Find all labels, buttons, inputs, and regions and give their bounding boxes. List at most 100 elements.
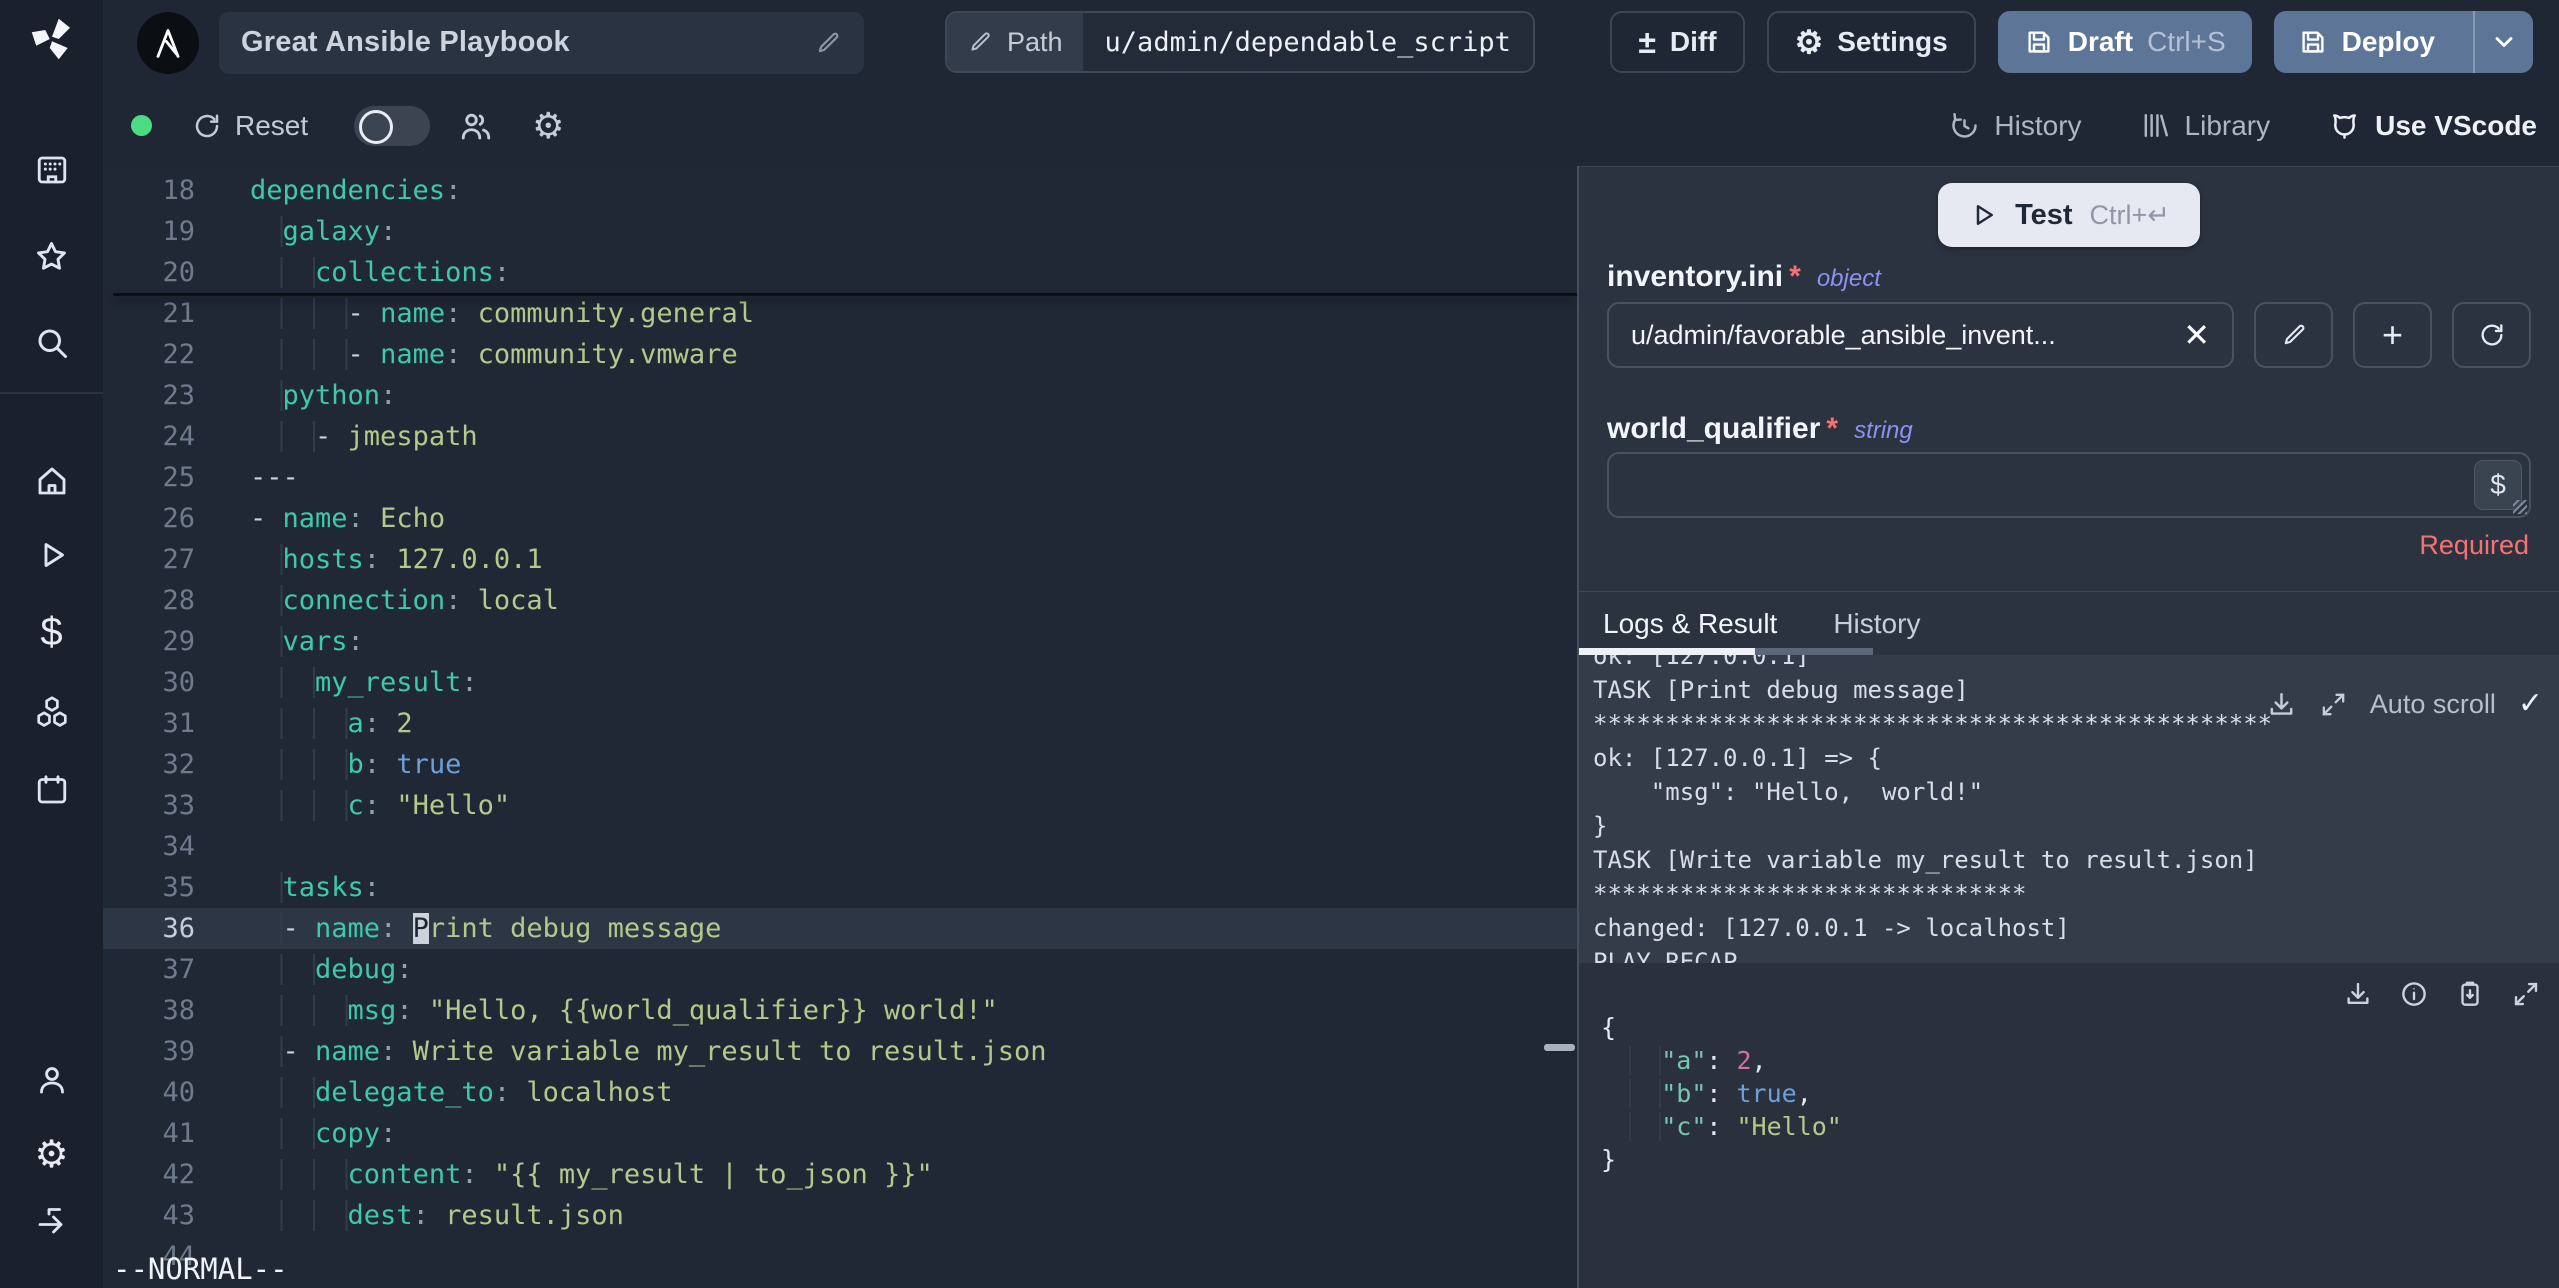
test-button[interactable]: Test Ctrl+↵ xyxy=(1938,183,2200,247)
info-icon[interactable] xyxy=(2399,979,2429,1009)
code-token: "Hello" xyxy=(396,790,511,821)
library-button[interactable]: Library xyxy=(2140,110,2270,142)
inventory-input[interactable]: u/admin/favorable_ansible_invent... ✕ xyxy=(1607,302,2234,368)
code-line[interactable]: 27 hosts: 127.0.0.1 xyxy=(103,539,1577,580)
expand-icon[interactable] xyxy=(2511,979,2541,1009)
draft-button[interactable]: Draft Ctrl+S xyxy=(1997,11,2252,73)
copy-icon[interactable] xyxy=(2455,979,2485,1009)
search-icon[interactable] xyxy=(0,325,103,361)
code-line[interactable]: 38 msg: "Hello, {{world_qualifier}} worl… xyxy=(103,990,1577,1031)
star-icon[interactable] xyxy=(0,238,103,275)
code-line[interactable]: 22 - name: community.vmware xyxy=(103,334,1577,375)
panel-splitter[interactable] xyxy=(1577,166,1579,1288)
code-line[interactable]: 43 dest: result.json xyxy=(103,1195,1577,1236)
users-icon[interactable] xyxy=(458,108,494,144)
gear-icon[interactable]: ⚙ xyxy=(532,107,564,144)
logs-pane[interactable]: ok: [127.0.0.1] TASK [Print debug message… xyxy=(1579,655,2559,969)
code-token: , xyxy=(1796,1079,1812,1108)
assistant-toggle[interactable] xyxy=(354,105,431,146)
autoscroll-label[interactable]: Auto scroll xyxy=(2370,687,2496,721)
code-line[interactable]: 31 a: 2 xyxy=(103,703,1577,744)
download-icon[interactable] xyxy=(2343,979,2373,1009)
deploy-button[interactable]: Deploy xyxy=(2273,11,2533,73)
download-icon[interactable] xyxy=(2266,689,2297,720)
code-token: name xyxy=(315,1036,381,1067)
vscode-icon xyxy=(2333,114,2357,139)
code-line[interactable]: 44 xyxy=(103,1236,1577,1277)
code-line[interactable]: 25 --- xyxy=(103,457,1577,498)
gear-icon: ⚙ xyxy=(1794,24,1824,60)
code-line[interactable]: 26- name: Echo xyxy=(103,498,1577,539)
add-resource-button[interactable]: + xyxy=(2353,302,2432,368)
windmill-script-editor: $ ⚙ Great Ansible Playbook Path u/admin/… xyxy=(0,0,2559,1288)
reset-button[interactable]: Reset xyxy=(192,110,308,142)
code-text: dest: result.json xyxy=(195,1195,624,1236)
settings-icon[interactable]: ⚙ xyxy=(0,1136,103,1174)
sidebar: $ ⚙ xyxy=(0,0,103,1288)
code-line[interactable]: 39 - name: Write variable my_result to r… xyxy=(103,1031,1577,1072)
user-icon[interactable] xyxy=(0,1062,103,1098)
code-line[interactable]: 23 python: xyxy=(103,375,1577,416)
code-line[interactable]: 36 - name: Print debug message xyxy=(103,908,1577,949)
code-line[interactable]: 40 delegate_to: localhost xyxy=(103,1072,1577,1113)
code-token: a xyxy=(347,708,364,739)
code-line[interactable]: 29 vars: xyxy=(103,621,1577,662)
diff-button[interactable]: ± Diff xyxy=(1610,11,1745,73)
workspace-icon[interactable] xyxy=(0,152,103,188)
tab-history[interactable]: History xyxy=(1833,608,1920,640)
code-token xyxy=(250,216,283,247)
expand-icon[interactable] xyxy=(2319,690,2348,719)
home-icon[interactable] xyxy=(0,463,103,499)
code-token: : xyxy=(461,667,478,698)
code-token xyxy=(250,1077,316,1108)
code-token: collections xyxy=(315,257,494,288)
world-qualifier-input[interactable]: $ xyxy=(1607,452,2531,518)
variables-icon[interactable]: $ xyxy=(0,612,103,652)
resize-handle[interactable] xyxy=(2513,500,2527,514)
code-editor[interactable]: 18 dependencies: 19 galaxy: 20 collections:… xyxy=(103,166,1577,1288)
windmill-logo-icon[interactable] xyxy=(0,12,103,66)
script-title-field[interactable]: Great Ansible Playbook xyxy=(219,11,864,74)
logout-icon[interactable] xyxy=(0,1202,103,1238)
check-icon[interactable]: ✓ xyxy=(2518,687,2543,721)
code-line[interactable]: 42 content: "{{ my_result | to_json }}" xyxy=(103,1154,1577,1195)
code-token xyxy=(250,913,283,944)
log-line: changed: [127.0.0.1 -> localhost] xyxy=(1593,914,2070,942)
refresh-resource-button[interactable] xyxy=(2452,302,2531,368)
code-text: - name: Echo xyxy=(195,498,445,539)
runs-icon[interactable] xyxy=(0,537,103,573)
edit-title-pencil-icon[interactable] xyxy=(814,29,842,57)
code-line[interactable]: 35 tasks: xyxy=(103,867,1577,908)
clear-icon[interactable]: ✕ xyxy=(2183,319,2210,351)
code-token: tasks xyxy=(282,872,364,903)
code-token: "a" xyxy=(1661,1046,1707,1075)
deploy-dropdown[interactable] xyxy=(2473,11,2533,73)
code-line[interactable]: 33 c: "Hello" xyxy=(103,785,1577,826)
settings-button[interactable]: ⚙ Settings xyxy=(1766,11,1976,73)
code-line[interactable]: 37 debug: xyxy=(103,949,1577,990)
line-number: 20 xyxy=(162,257,195,288)
line-number: 19 xyxy=(162,216,195,247)
code-token: : xyxy=(493,257,511,288)
code-text: content: "{{ my_result | to_json }}" xyxy=(195,1154,933,1195)
code-line[interactable]: 30 my_result: xyxy=(103,662,1577,703)
code-line[interactable]: 24 - jmespath xyxy=(103,416,1577,457)
edit-resource-button[interactable] xyxy=(2254,302,2333,368)
tab-logs-result[interactable]: Logs & Result xyxy=(1603,608,1777,640)
code-line[interactable]: 21 - name: community.general xyxy=(103,293,1577,334)
line-number: 22 xyxy=(162,339,195,370)
code-line[interactable]: 34 xyxy=(103,826,1577,867)
schedules-icon[interactable] xyxy=(0,772,103,808)
code-line[interactable]: 18 dependencies: xyxy=(103,170,1577,211)
path-button[interactable]: Path u/admin/dependable_script xyxy=(945,11,1535,73)
code-line[interactable]: 20 collections: xyxy=(103,252,1577,293)
code-line[interactable]: 28 connection: local xyxy=(103,580,1577,621)
use-vscode-button[interactable]: Use VScode xyxy=(2328,109,2537,142)
splitter-grip[interactable] xyxy=(1544,1044,1575,1051)
code-line[interactable]: 41 copy: xyxy=(103,1113,1577,1154)
resources-icon[interactable] xyxy=(0,693,103,731)
code-line[interactable]: 19 galaxy: xyxy=(103,211,1577,252)
code-line[interactable]: 32 b: true xyxy=(103,744,1577,785)
history-button[interactable]: History xyxy=(1949,110,2082,142)
